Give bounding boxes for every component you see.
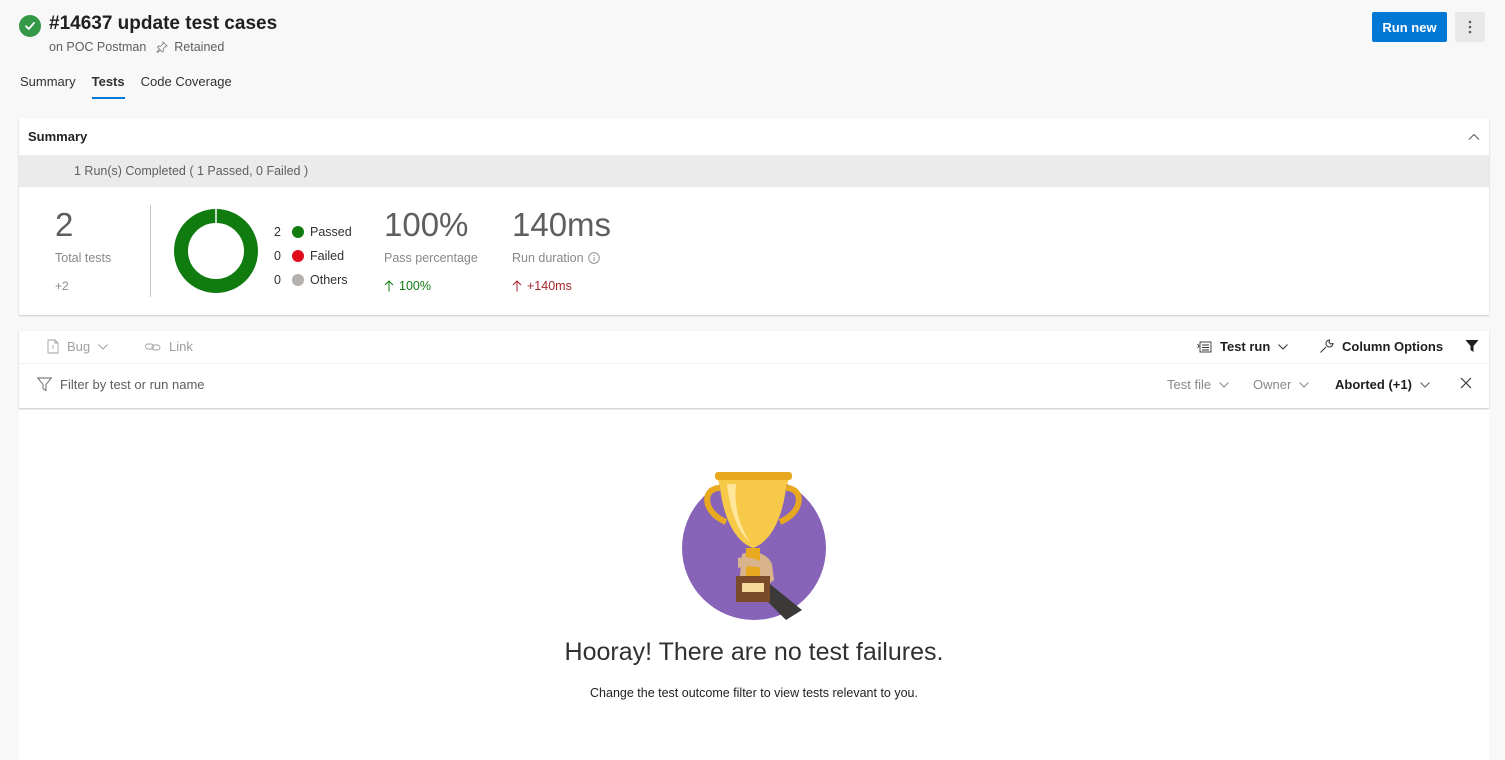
link-icon <box>145 343 161 350</box>
arrow-up-icon <box>512 280 522 292</box>
total-tests-value: 2 <box>55 206 74 243</box>
test-results-panel: Hooray! There are no test failures. Chan… <box>19 410 1489 760</box>
total-tests-stat: 2 Total tests +2 <box>55 205 111 293</box>
tests-toolbar-card: Bug Link Test run Column Options Filter … <box>19 331 1489 408</box>
clear-filters-button[interactable] <box>1460 377 1472 389</box>
column-options-button[interactable]: Column Options <box>1319 339 1443 354</box>
empty-state-title: Hooray! There are no test failures. <box>564 638 944 666</box>
tab-summary[interactable]: Summary <box>20 74 76 99</box>
filter-icon <box>37 377 52 392</box>
run-duration-trend: +140ms <box>512 279 611 293</box>
summary-card: Summary 1 Run(s) Completed ( 1 Passed, 0… <box>19 118 1489 315</box>
link-label: Link <box>169 339 193 354</box>
filter-bar: Filter by test or run name Test file Own… <box>19 363 1489 408</box>
summary-heading: Summary <box>28 129 88 144</box>
pin-icon <box>156 41 169 53</box>
tests-toolbar: Bug Link Test run Column Options <box>19 331 1489 363</box>
legend-failed: 0 Failed <box>274 244 352 268</box>
link-button[interactable]: Link <box>145 339 193 354</box>
bug-label: Bug <box>67 339 91 354</box>
failed-dot-icon <box>292 250 304 262</box>
page-subtitle: on POC Postman Retained <box>49 40 224 54</box>
others-label: Others <box>310 273 348 287</box>
outcome-filter[interactable]: Aborted (+1) <box>1335 377 1430 392</box>
donut-passed-segment <box>174 209 258 293</box>
chevron-down-icon <box>1420 381 1430 388</box>
pipeline-link[interactable]: on POC Postman <box>49 40 146 54</box>
filter-toggle-button[interactable] <box>1465 339 1479 353</box>
bug-button[interactable]: Bug <box>47 339 108 354</box>
pass-percentage-trend: 100% <box>384 279 478 293</box>
runs-completed-banner: 1 Run(s) Completed ( 1 Passed, 0 Failed … <box>19 155 1489 187</box>
pass-percentage-delta: 100% <box>399 279 431 293</box>
test-file-label: Test file <box>1167 377 1212 392</box>
more-vertical-icon <box>1468 20 1472 34</box>
tab-bar: Summary Tests Code Coverage <box>20 74 248 99</box>
column-options-label: Column Options <box>1342 339 1444 354</box>
pass-percentage-value: 100% <box>384 206 469 243</box>
passed-label: Passed <box>310 225 352 239</box>
filter-solid-icon <box>1465 340 1479 352</box>
summary-header[interactable]: Summary <box>19 118 1489 155</box>
filter-search-placeholder: Filter by test or run name <box>60 377 205 392</box>
legend-passed: 2 Passed <box>274 220 352 244</box>
group-list-icon <box>1197 341 1212 352</box>
arrow-up-icon <box>384 280 394 292</box>
failed-label: Failed <box>310 249 345 263</box>
run-duration-delta: +140ms <box>527 279 572 293</box>
page-title: #14637 update test cases <box>49 13 278 34</box>
close-icon <box>1460 377 1472 389</box>
outcome-legend: 2 Passed 0 Failed 0 Others <box>274 220 352 292</box>
run-duration-label-row: Run duration <box>512 251 611 265</box>
run-duration-value: 140ms <box>512 206 612 243</box>
failed-count: 0 <box>274 249 281 263</box>
bug-icon <box>47 339 59 354</box>
tab-tests[interactable]: Tests <box>91 74 125 99</box>
empty-state-hint: Change the test outcome filter to view t… <box>590 686 918 700</box>
passed-dot-icon <box>292 226 304 238</box>
run-new-button[interactable]: Run new <box>1372 12 1447 42</box>
summary-stats: 2 Total tests +2 2 Passed 0 Failed 0 Oth… <box>19 187 1489 315</box>
chevron-down-icon <box>1299 381 1310 388</box>
retained-label: Retained <box>174 40 225 54</box>
page-header: #14637 update test cases on POC Postman … <box>0 0 1505 70</box>
more-actions-button[interactable] <box>1455 12 1485 42</box>
chevron-down-icon <box>1278 343 1289 350</box>
pass-percentage-label: Pass percentage <box>384 251 478 265</box>
succeeded-check-icon <box>19 15 41 37</box>
passed-count: 2 <box>274 225 281 239</box>
others-dot-icon <box>292 274 304 286</box>
total-tests-delta: +2 <box>55 279 69 293</box>
run-duration-label: Run duration <box>512 251 584 265</box>
test-file-filter[interactable]: Test file <box>1167 377 1229 392</box>
chevron-down-icon <box>98 343 108 350</box>
run-duration-stat: 140ms Run duration +140ms <box>512 205 611 293</box>
outcome-donut-chart <box>174 209 258 293</box>
outcome-label: Aborted (+1) <box>1335 377 1412 392</box>
divider <box>150 205 151 297</box>
group-by-label: Test run <box>1220 339 1271 354</box>
others-count: 0 <box>274 273 281 287</box>
group-by-dropdown[interactable]: Test run <box>1197 339 1289 354</box>
filter-search-input[interactable]: Filter by test or run name <box>37 377 205 392</box>
wrench-icon <box>1320 339 1334 353</box>
owner-filter[interactable]: Owner <box>1253 377 1310 392</box>
tab-code-coverage[interactable]: Code Coverage <box>141 74 232 99</box>
total-tests-label: Total tests <box>55 251 112 265</box>
chevron-down-icon <box>1219 381 1229 388</box>
pass-percentage-stat: 100% Pass percentage 100% <box>384 205 478 293</box>
chevron-up-icon[interactable] <box>1468 133 1480 141</box>
info-icon[interactable] <box>587 252 600 264</box>
legend-others: 0 Others <box>274 268 352 292</box>
trophy-illustration <box>682 472 826 620</box>
owner-label: Owner <box>1253 377 1292 392</box>
